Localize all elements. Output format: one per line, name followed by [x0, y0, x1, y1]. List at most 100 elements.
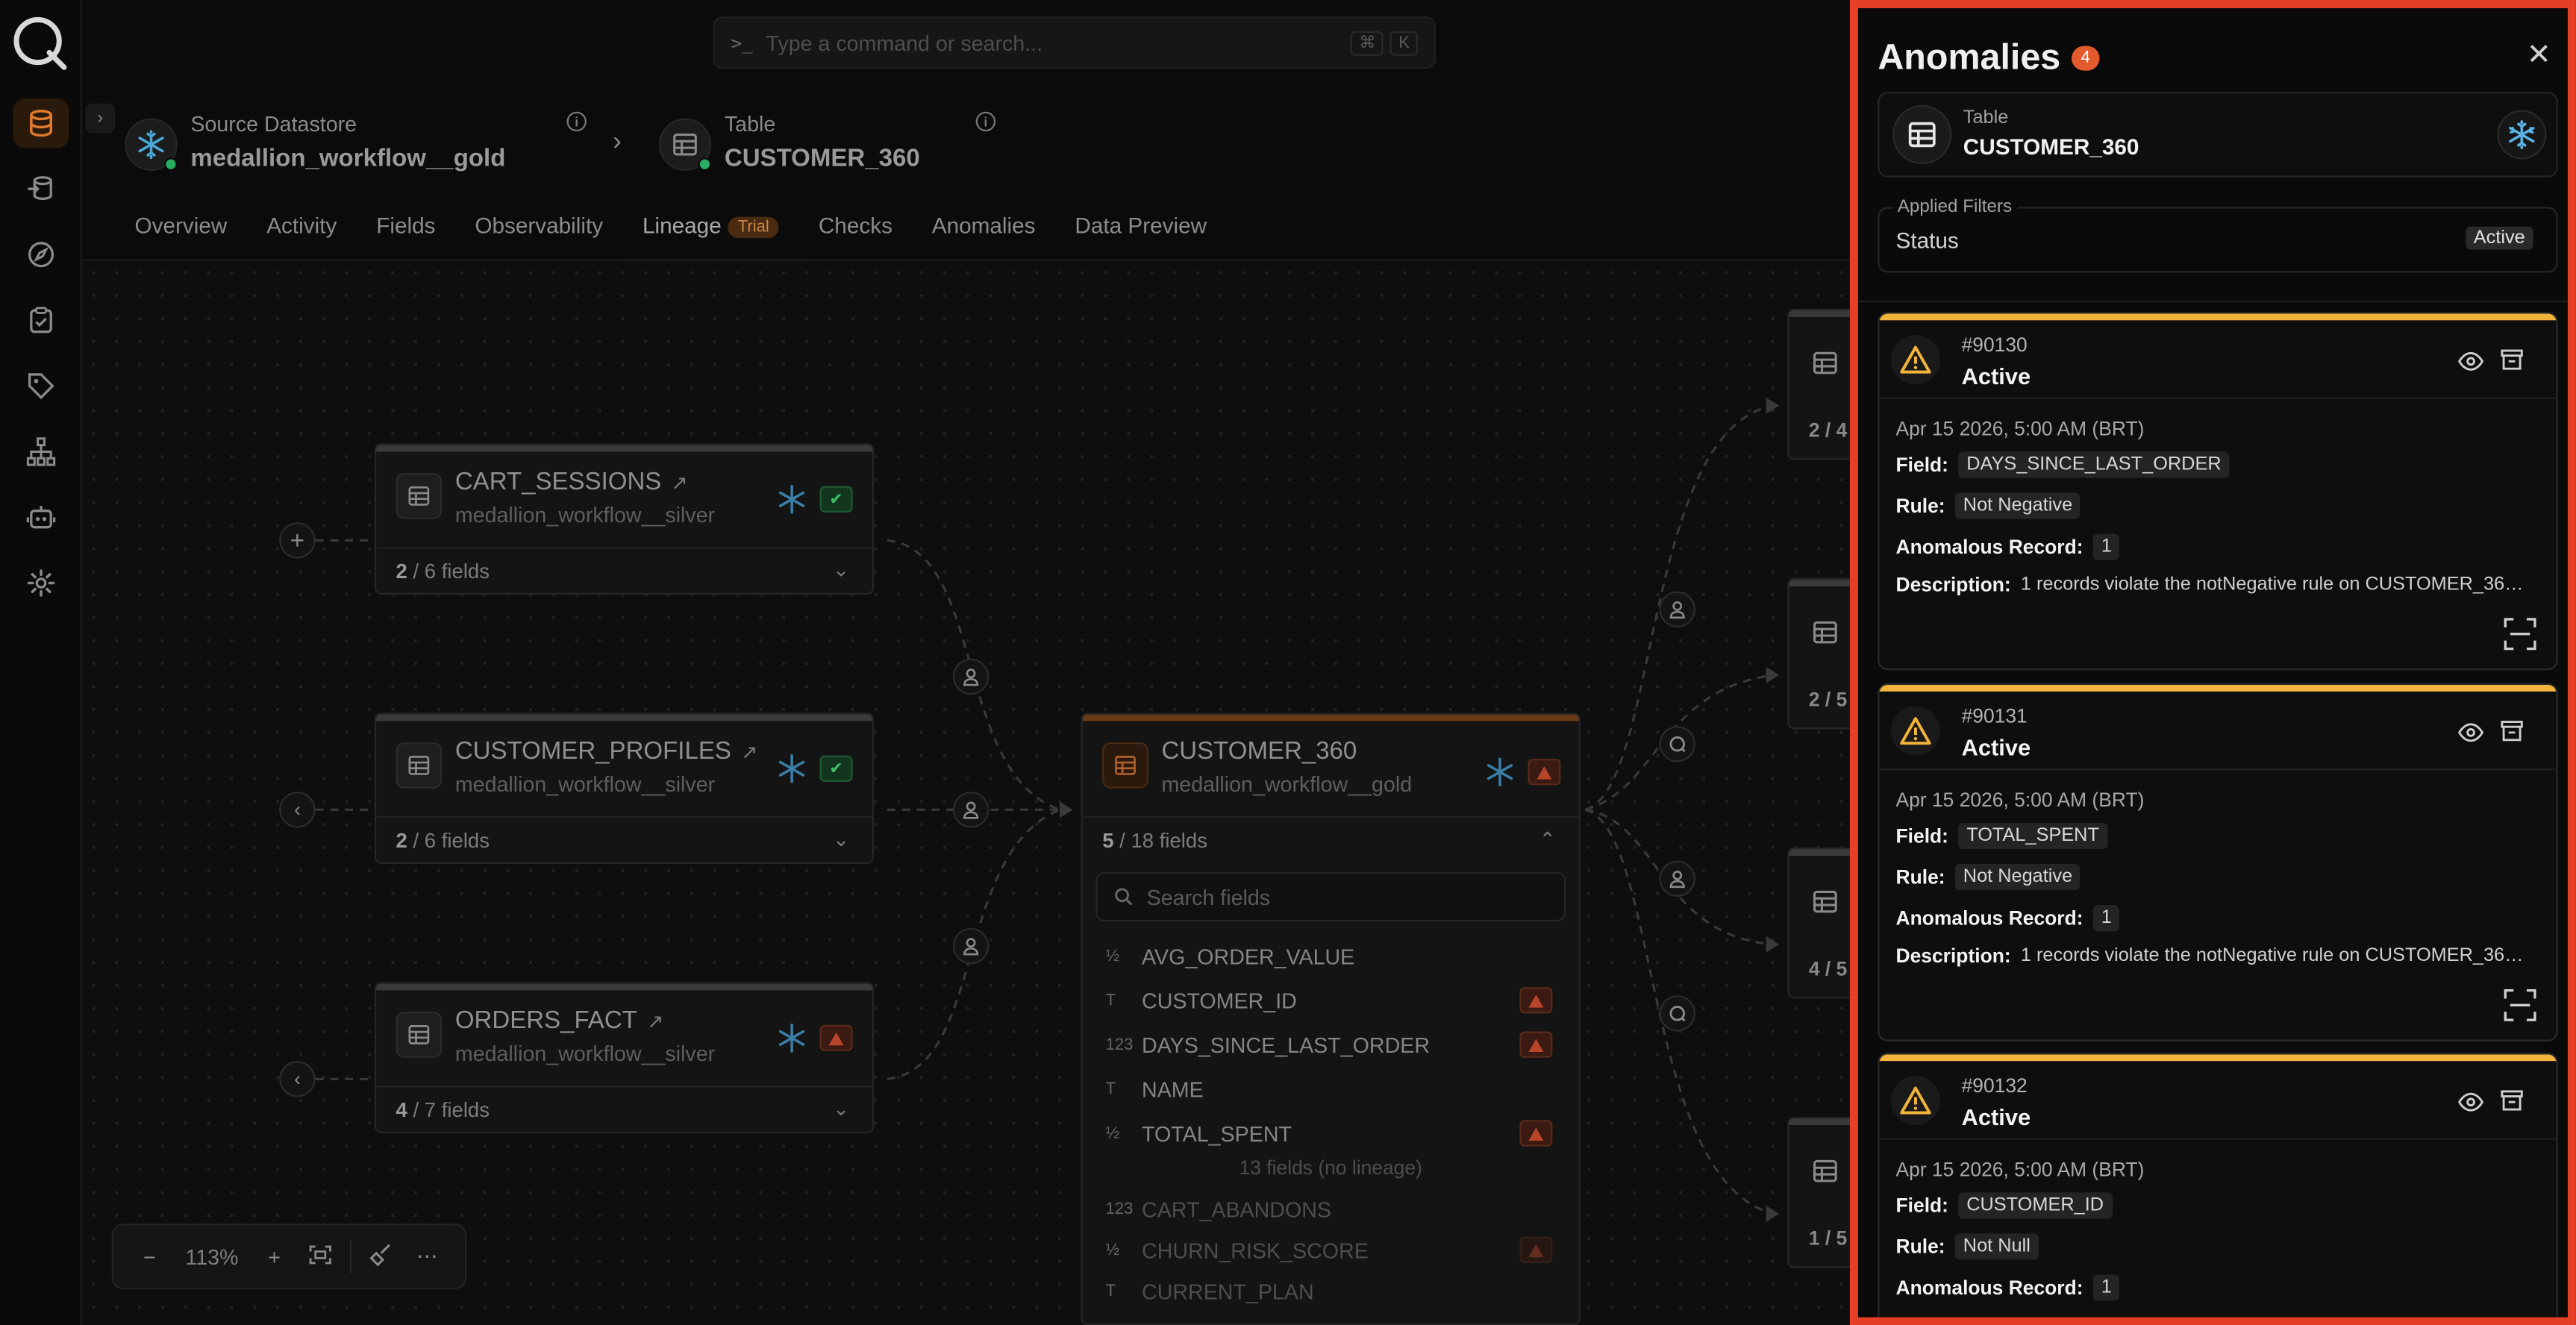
fit-view-icon[interactable]	[297, 1244, 343, 1269]
field-row[interactable]: T NAME	[1106, 1068, 1556, 1110]
edge-qualytics-node[interactable]	[1659, 726, 1695, 762]
table-info-icon[interactable]: i	[975, 111, 996, 132]
expand-upstream-button[interactable]: ‹	[279, 1061, 316, 1097]
rule-chip[interactable]: Not Negative	[1954, 492, 2081, 519]
external-link-icon[interactable]: ↗	[741, 741, 757, 764]
table-name[interactable]: CUSTOMER_360	[725, 145, 920, 172]
view-eye-icon[interactable]	[2457, 350, 2484, 373]
field-row[interactable]: ½ AVG_ORDER_VALUE	[1106, 935, 1556, 977]
tab-lineage[interactable]: Lineage Trial	[623, 197, 806, 263]
edge-user-node[interactable]	[1659, 860, 1695, 898]
chevron-down-icon[interactable]: ⌄	[833, 1097, 849, 1121]
anomaly-rule-row: Rule: Not Null	[1896, 1233, 2039, 1260]
applied-filters-box[interactable]: Applied Filters Status Active	[1878, 197, 2558, 273]
archive-icon[interactable]	[2501, 1089, 2524, 1112]
nav-hierarchy-icon[interactable]	[13, 427, 69, 476]
node-footer[interactable]: 2 / 6 fields ⌄	[376, 816, 872, 862]
chevron-down-icon[interactable]: ⌄	[833, 559, 849, 582]
node-footer[interactable]: 2 / 6 fields ⌄	[376, 547, 872, 593]
field-chip[interactable]: CUSTOMER_ID	[1958, 1192, 2113, 1219]
scan-expand-icon[interactable]	[2504, 618, 2536, 651]
tab-overview[interactable]: Overview	[115, 197, 247, 263]
expand-sidebar-chevron-icon[interactable]: ›	[85, 103, 116, 134]
field-row[interactable]: T CUSTOMER_ID	[1106, 979, 1556, 1021]
node-footer[interactable]: 4 / 7 fields ⌄	[376, 1086, 872, 1132]
lineage-node-customer-profiles[interactable]: CUSTOMER_PROFILES ↗ medallion_workflow__s…	[374, 712, 875, 864]
anomaly-card[interactable]: #90131 Active Apr 15 2026, 5:00 AM (BRT)…	[1878, 683, 2558, 1041]
anomaly-card[interactable]: #90132 Active Apr 15 2026, 5:00 AM (BRT)…	[1878, 1053, 2558, 1318]
node-name[interactable]: CUSTOMER_PROFILES ↗	[455, 737, 757, 765]
nav-enrichment-icon[interactable]	[13, 164, 69, 213]
lineage-node-cart-sessions[interactable]: CART_SESSIONS ↗ medallion_workflow__silve…	[374, 443, 875, 595]
downstream-field-count: 1 / 5	[1808, 1227, 1848, 1250]
anomaly-id[interactable]: #90130	[1962, 333, 2028, 357]
scan-expand-icon[interactable]	[2504, 989, 2536, 1021]
command-search-bar[interactable]: >_ Type a command or search... ⌘ K	[713, 16, 1437, 69]
anomaly-description-row: Description: 1 records violate the notNeg…	[1896, 945, 2530, 968]
anomaly-card[interactable]: #90130 Active Apr 15 2026, 5:00 AM (BRT)…	[1878, 312, 2558, 671]
nav-tags-icon[interactable]	[13, 361, 69, 410]
tab-checks[interactable]: Checks	[798, 197, 912, 263]
zoom-out-button[interactable]: −	[127, 1244, 173, 1269]
downstream-node[interactable]: 2 / 4	[1787, 308, 1854, 460]
nav-explore-compass-icon[interactable]	[13, 230, 69, 279]
source-datastore-name[interactable]: medallion_workflow__gold	[190, 145, 505, 172]
snowflake-icon	[778, 1023, 805, 1053]
archive-icon[interactable]	[2501, 719, 2524, 742]
view-eye-icon[interactable]	[2457, 721, 2484, 744]
field-row[interactable]: ½ TOTAL_SPENT	[1106, 1112, 1556, 1154]
tab-fields[interactable]: Fields	[357, 197, 455, 263]
external-link-icon[interactable]: ↗	[672, 472, 688, 495]
downstream-node[interactable]: 2 / 5	[1787, 577, 1854, 730]
field-row[interactable]: ½ CHURN_RISK_SCORE	[1106, 1229, 1556, 1271]
node-footer[interactable]: 5 / 18 fields ⌃	[1082, 816, 1579, 865]
field-row[interactable]: T CURRENT_PLAN	[1106, 1270, 1556, 1312]
tab-data-preview[interactable]: Data Preview	[1055, 197, 1227, 263]
node-name[interactable]: CART_SESSIONS ↗	[455, 468, 688, 495]
nav-settings-gear-icon[interactable]	[13, 559, 69, 608]
record-label: Anomalous Record:	[1895, 535, 2083, 559]
edge-user-node[interactable]	[952, 658, 990, 695]
zoom-in-button[interactable]: +	[251, 1244, 298, 1269]
edge-qualytics-node[interactable]	[1659, 995, 1695, 1032]
downstream-node[interactable]: 1 / 5	[1787, 1117, 1854, 1268]
clean-layout-broom-icon[interactable]	[358, 1242, 404, 1270]
tab-observability[interactable]: Observability	[455, 197, 623, 263]
edge-user-node[interactable]	[1659, 591, 1695, 627]
field-chip[interactable]: TOTAL_SPENT	[1958, 822, 2107, 850]
lineage-node-customer-360[interactable]: CUSTOMER_360 medallion_workflow__gold 5 …	[1081, 712, 1581, 1325]
chevron-up-icon[interactable]: ⌃	[1539, 828, 1556, 851]
external-link-icon[interactable]: ↗	[647, 1010, 663, 1033]
nav-agent-robot-icon[interactable]	[13, 492, 69, 542]
archive-icon[interactable]	[2501, 348, 2524, 372]
tab-anomalies[interactable]: Anomalies	[912, 197, 1055, 263]
anomaly-card-header: #90130 Active	[1879, 320, 2557, 399]
downstream-node[interactable]: 4 / 5	[1787, 847, 1854, 999]
nav-checks-clipboard-icon[interactable]	[13, 295, 69, 345]
add-upstream-button[interactable]: +	[279, 522, 316, 559]
filter-value-chip[interactable]: Active	[2465, 226, 2533, 250]
node-name[interactable]: ORDERS_FACT ↗	[455, 1007, 663, 1035]
nav-datastores-icon[interactable]	[13, 98, 69, 148]
rule-chip[interactable]: Not Negative	[1954, 863, 2081, 891]
edge-user-node[interactable]	[952, 927, 990, 965]
anomaly-id[interactable]: #90131	[1962, 704, 2028, 727]
close-icon[interactable]: ✕	[2527, 38, 2551, 72]
search-fields-input[interactable]: Search fields	[1095, 871, 1566, 922]
expand-upstream-button[interactable]: ‹	[279, 792, 316, 828]
tab-activity[interactable]: Activity	[247, 197, 357, 263]
lineage-node-orders-fact[interactable]: ORDERS_FACT ↗ medallion_workflow__silver …	[374, 982, 875, 1134]
field-row[interactable]: 123 CART_ABANDONS	[1106, 1188, 1556, 1230]
node-name[interactable]: CUSTOMER_360	[1161, 737, 1357, 765]
field-row[interactable]: 123 DAYS_SINCE_LAST_ORDER	[1106, 1024, 1556, 1066]
edge-user-node[interactable]	[952, 792, 990, 828]
more-options-icon[interactable]: ⋯	[404, 1244, 451, 1270]
node-topbar	[376, 445, 872, 452]
rule-chip[interactable]: Not Null	[1954, 1233, 2039, 1260]
chevron-down-icon[interactable]: ⌄	[833, 828, 849, 851]
app-logo-icon[interactable]	[10, 13, 69, 72]
field-chip[interactable]: DAYS_SINCE_LAST_ORDER	[1958, 451, 2230, 478]
source-info-icon[interactable]: i	[566, 111, 587, 132]
anomaly-id[interactable]: #90132	[1962, 1074, 2028, 1097]
view-eye-icon[interactable]	[2457, 1091, 2484, 1114]
